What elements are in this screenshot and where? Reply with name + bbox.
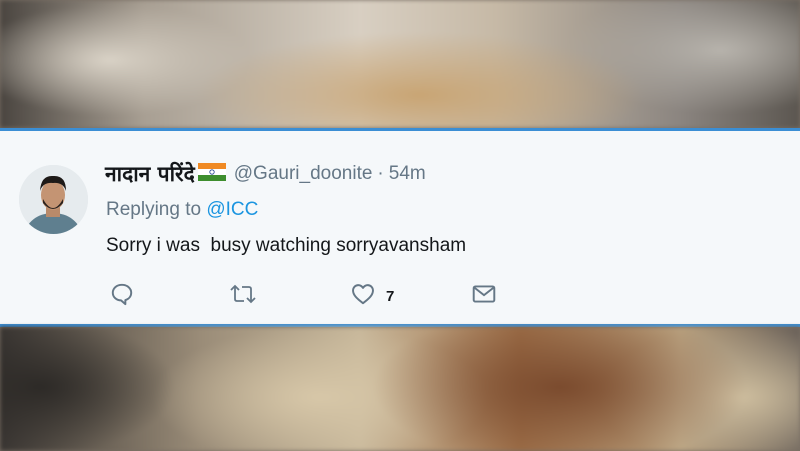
blurred-background-bottom: [0, 327, 800, 451]
india-flag-icon: [197, 162, 226, 186]
reply-icon: [109, 281, 135, 312]
replying-to-line: Replying to @ICC: [106, 199, 258, 221]
direct-message-button[interactable]: [471, 281, 497, 311]
display-name[interactable]: नादान परिंदे: [105, 160, 195, 188]
replying-to-label: Replying to: [106, 199, 207, 220]
separator-dot: ·: [377, 163, 384, 184]
user-handle[interactable]: @Gauri_doonite: [234, 163, 373, 185]
reply-button[interactable]: [109, 281, 135, 311]
envelope-icon: [471, 281, 497, 312]
avatar[interactable]: [19, 165, 88, 234]
tweet-text: Sorry i was busy watching sorryavansham: [106, 235, 467, 256]
like-count: 7: [386, 287, 395, 305]
heart-icon: [350, 281, 376, 312]
like-button[interactable]: 7: [350, 281, 394, 311]
tweet-actions: 7: [0, 281, 800, 311]
tweet-header: नादान परिंदे @Gauri_doonite · 54m: [105, 159, 426, 189]
blurred-background-top: [0, 0, 800, 128]
replying-to-mention[interactable]: @ICC: [206, 199, 258, 220]
retweet-icon: [229, 281, 257, 312]
retweet-button[interactable]: [229, 281, 257, 311]
timestamp[interactable]: 54m: [389, 163, 426, 185]
tweet-card: नादान परिंदे @Gauri_doonite · 54m Replyi…: [0, 128, 800, 327]
